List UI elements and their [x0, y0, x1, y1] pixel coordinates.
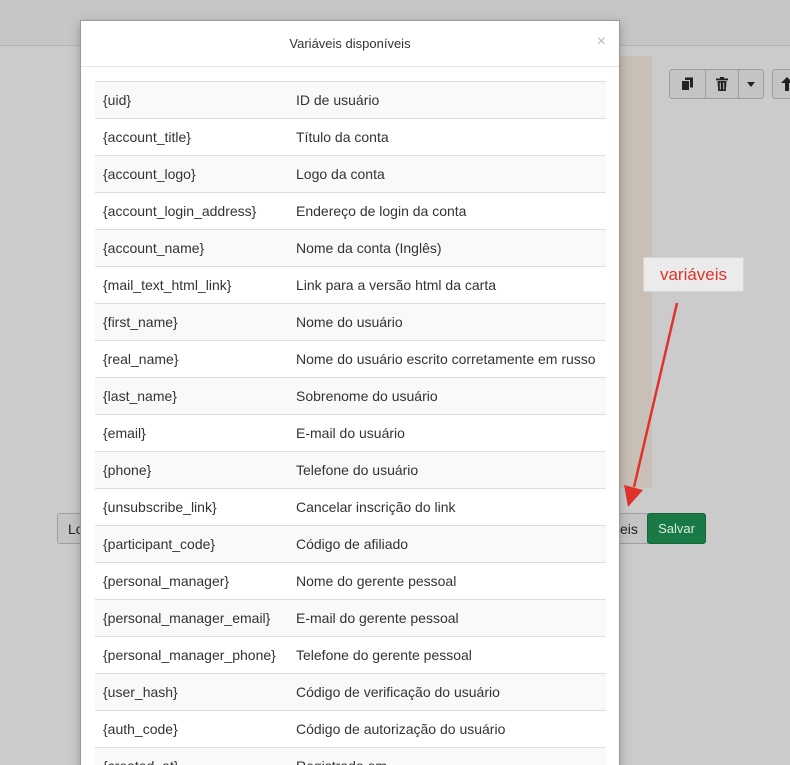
- table-row: {user_hash} Código de verificação do usuá…: [95, 673, 606, 711]
- modal-title: Variáveis disponíveis: [289, 36, 411, 51]
- variable-description: Código de autorização do usuário: [288, 710, 606, 748]
- variable-description: Código de afiliado: [288, 525, 606, 563]
- variable-description: E-mail do gerente pessoal: [288, 599, 606, 637]
- editor-toolbar: [669, 69, 764, 99]
- table-row: {auth_code} Código de autorização do usuá…: [95, 710, 606, 748]
- caret-down-icon: [747, 81, 755, 87]
- variable-description: Nome do usuário: [288, 303, 606, 341]
- trash-icon: [716, 77, 728, 91]
- close-icon[interactable]: ×: [597, 34, 606, 50]
- variable-name: {email}: [95, 414, 288, 452]
- table-row: {participant_code} Código de afiliado: [95, 525, 606, 563]
- variable-name: {first_name}: [95, 303, 288, 341]
- table-row: {last_name} Sobrenome do usuário: [95, 377, 606, 415]
- arrow-up-icon: [781, 77, 790, 91]
- table-row: {personal_manager_phone} Telefone do gere…: [95, 636, 606, 674]
- table-row: {created_at}Registrado em: [95, 747, 606, 765]
- annotation-callout: variáveis: [643, 257, 744, 292]
- variable-description: Sobrenome do usuário: [288, 377, 606, 415]
- copy-icon: [681, 77, 694, 91]
- move-up-button[interactable]: [772, 69, 790, 99]
- variable-name: {user_hash}: [95, 673, 288, 711]
- table-row: {account_logo} Logo da conta: [95, 155, 606, 193]
- variable-description: Endereço de login da conta: [288, 192, 606, 230]
- variable-description: Telefone do usuário: [288, 451, 606, 489]
- table-row: {personal_manager_email} E-mail do gerent…: [95, 599, 606, 637]
- variable-description: ID de usuário: [288, 81, 606, 119]
- table-row: {unsubscribe_link} Cancelar inscrição do …: [95, 488, 606, 526]
- annotation-label: variáveis: [659, 264, 728, 284]
- variable-name: {account_title}: [95, 118, 288, 156]
- variable-description: Nome do usuário escrito corretamente em …: [288, 340, 606, 378]
- save-button-label: Salvar: [658, 521, 695, 536]
- variable-name: {participant_code}: [95, 525, 288, 563]
- modal-header: Variáveis disponíveis ×: [81, 21, 619, 67]
- variable-name: {phone}: [95, 451, 288, 489]
- variable-name: {created_at}: [95, 747, 288, 765]
- variable-description: Link para a versão html da carta: [288, 266, 606, 304]
- table-row: {account_title} Título da conta: [95, 118, 606, 156]
- save-button[interactable]: Salvar: [647, 513, 706, 544]
- variables-table: {uid} ID de usuário {account_title} Título …: [95, 81, 606, 765]
- variable-description: Logo da conta: [288, 155, 606, 193]
- variable-description: Código de verificação do usuário: [288, 673, 606, 711]
- variable-name: {personal_manager}: [95, 562, 288, 600]
- table-row: {uid} ID de usuário: [95, 81, 606, 119]
- table-row: {first_name} Nome do usuário: [95, 303, 606, 341]
- variable-description: Título da conta: [288, 118, 606, 156]
- variable-name: {last_name}: [95, 377, 288, 415]
- table-row: {real_name} Nome do usuário escrito corre…: [95, 340, 606, 378]
- variable-description: Cancelar inscrição do link: [288, 488, 606, 526]
- variable-name: {personal_manager_phone}: [95, 636, 288, 674]
- variables-modal: Variáveis disponíveis × {uid} ID de usuár…: [80, 20, 620, 765]
- variable-name: {account_login_address}: [95, 192, 288, 230]
- move-toolbar: [772, 69, 790, 99]
- table-row: {email} E-mail do usuário: [95, 414, 606, 452]
- table-row: {mail_text_html_link} Link para a versão …: [95, 266, 606, 304]
- variable-description: Nome do gerente pessoal: [288, 562, 606, 600]
- variable-name: {account_name}: [95, 229, 288, 267]
- variable-description: Registrado em: [288, 747, 606, 765]
- more-options-button[interactable]: [739, 69, 764, 99]
- table-row: {account_login_address} Endereço de login…: [95, 192, 606, 230]
- variable-name: {real_name}: [95, 340, 288, 378]
- variable-name: {mail_text_html_link}: [95, 266, 288, 304]
- modal-body: {uid} ID de usuário {account_title} Título …: [81, 67, 619, 765]
- variable-name: {account_logo}: [95, 155, 288, 193]
- variable-description: E-mail do usuário: [288, 414, 606, 452]
- variable-name: {auth_code}: [95, 710, 288, 748]
- variables-button-label: eis: [620, 520, 638, 537]
- delete-button[interactable]: [706, 69, 739, 99]
- copy-button[interactable]: [669, 69, 706, 99]
- table-row: {phone} Telefone do usuário: [95, 451, 606, 489]
- table-row: {personal_manager} Nome do gerente pessoa…: [95, 562, 606, 600]
- variable-description: Nome da conta (Inglês): [288, 229, 606, 267]
- variable-name: {uid}: [95, 81, 288, 119]
- variable-description: Telefone do gerente pessoal: [288, 636, 606, 674]
- variable-name: {unsubscribe_link}: [95, 488, 288, 526]
- table-row: {account_name} Nome da conta (Inglês): [95, 229, 606, 267]
- variable-name: {personal_manager_email}: [95, 599, 288, 637]
